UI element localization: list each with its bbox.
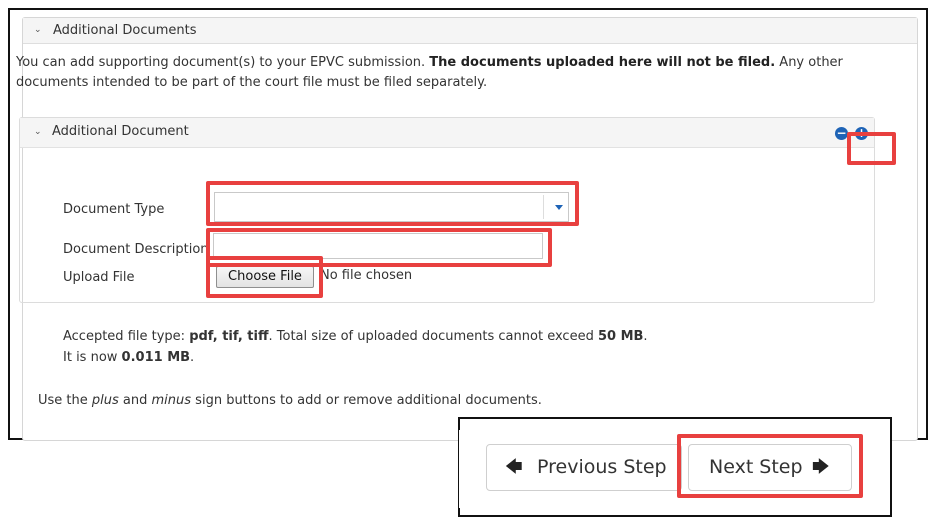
intro-text: You can add supporting document(s) to yo…: [16, 53, 878, 93]
hint-prefix: Use the: [38, 393, 92, 408]
additional-document-header[interactable]: ⌄ Additional Document − +: [20, 118, 874, 148]
accepted-end: .: [643, 329, 648, 344]
accepted-file-info: Accepted file type: pdf, tif, tiff. Tota…: [63, 329, 648, 344]
now-prefix: It is now: [63, 350, 122, 365]
previous-step-button[interactable]: 🡄 Previous Step: [486, 444, 682, 491]
now-end: .: [190, 350, 195, 365]
subpanel-title: Additional Document: [52, 124, 189, 139]
additional-documents-header[interactable]: ⌄ Additional Documents: [23, 18, 917, 44]
document-description-label: Document Description: [63, 242, 209, 257]
highlight-add-remove-buttons: [847, 132, 896, 165]
hint-plus: plus: [91, 393, 119, 408]
intro-text-part1: You can add supporting document(s) to yo…: [16, 55, 430, 70]
panel-title: Additional Documents: [53, 23, 197, 38]
highlight-document-type: [206, 181, 579, 226]
highlight-next-step: [677, 434, 863, 498]
current-size-info: It is now 0.011 MB.: [63, 350, 194, 365]
upload-file-label: Upload File: [63, 270, 135, 285]
hint-minus: minus: [151, 393, 192, 408]
chevron-down-icon: ⌄: [34, 127, 42, 137]
accepted-prefix: Accepted file type:: [63, 329, 190, 344]
no-file-chosen-text: No file chosen: [320, 268, 413, 283]
previous-step-label: Previous Step: [537, 456, 667, 478]
accepted-mid: . Total size of uploaded documents canno…: [268, 329, 598, 344]
chevron-down-icon: ⌄: [34, 25, 42, 35]
highlight-choose-file: [206, 256, 323, 298]
add-remove-hint: Use the plus and minus sign buttons to a…: [38, 393, 542, 408]
hint-and: and: [118, 393, 152, 408]
hint-suffix: sign buttons to add or remove additional…: [191, 393, 542, 408]
intro-text-bold: The documents uploaded here will not be …: [429, 55, 776, 70]
max-size: 50 MB: [597, 329, 644, 344]
accepted-types: pdf, tif, tiff: [189, 329, 269, 344]
document-type-label: Document Type: [63, 202, 165, 217]
current-size: 0.011 MB: [121, 350, 191, 365]
arrow-left-icon: 🡄: [505, 457, 523, 477]
